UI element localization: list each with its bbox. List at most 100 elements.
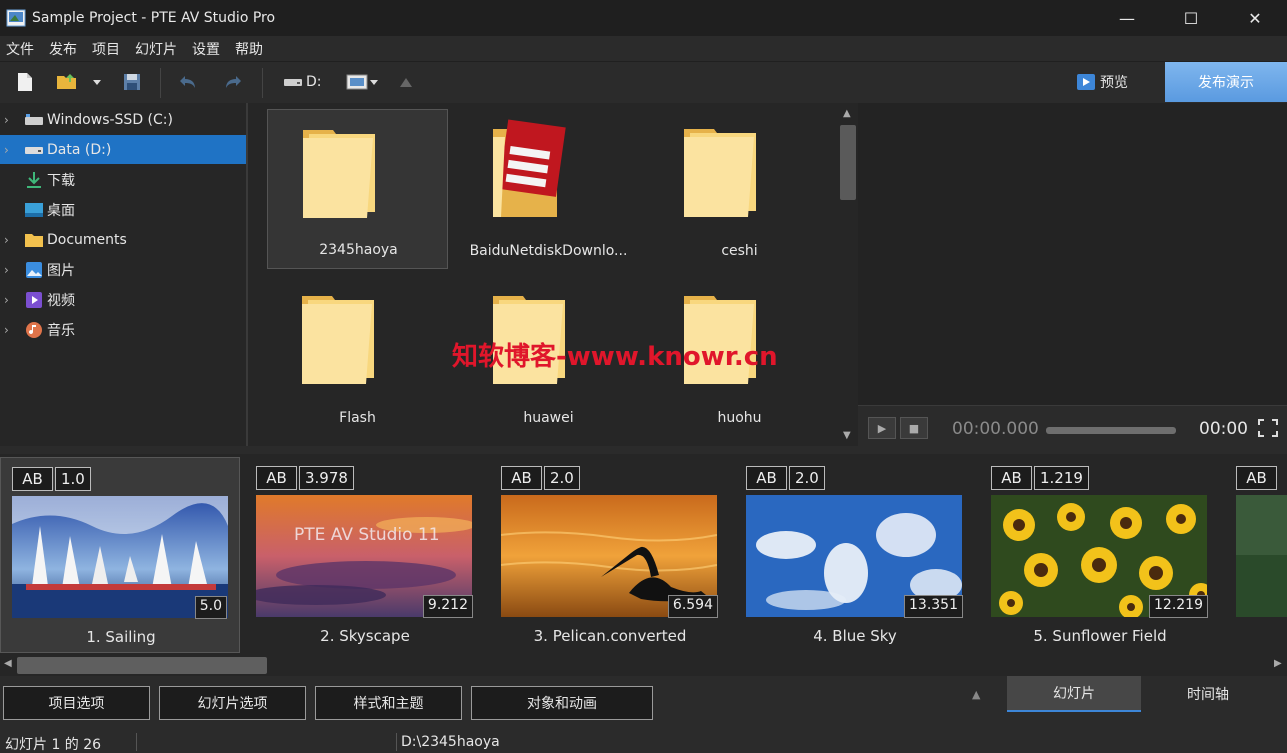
maximize-button[interactable]: ☐ [1159, 0, 1223, 36]
scroll-up-icon[interactable]: ▲ [843, 108, 851, 119]
slide-item-6[interactable]: AB 6 [1225, 457, 1287, 653]
publish-button[interactable]: 发布演示 [1165, 62, 1287, 102]
transition-badge[interactable]: AB [1236, 466, 1277, 490]
music-icon [24, 321, 44, 338]
project-options-button[interactable]: 项目选项 [3, 686, 150, 720]
slide-thumbnail [1236, 495, 1287, 617]
slide-list-scrollbar[interactable]: ◀ ▶ [0, 654, 1287, 676]
slide-item-2[interactable]: AB 3.978 PTE AV Studio 11 9.212 2. Skysc… [245, 457, 485, 653]
transition-badge[interactable]: AB [991, 466, 1032, 490]
file-label: ceshi [721, 243, 758, 259]
transition-badge[interactable]: AB [501, 466, 542, 490]
folder-icon [24, 232, 44, 248]
collapse-up-icon[interactable]: ▲ [972, 688, 980, 701]
transition-badge[interactable]: AB [746, 466, 787, 490]
drive-label[interactable]: D: [306, 74, 322, 90]
minimize-button[interactable]: — [1095, 0, 1159, 36]
scroll-left-icon[interactable]: ◀ [4, 658, 12, 669]
chevron-right-icon[interactable]: › [4, 113, 18, 127]
scrollbar-thumb[interactable] [840, 125, 856, 200]
tree-item-c-drive[interactable]: › Windows-SSD (C:) [0, 105, 246, 134]
menu-file[interactable]: 文件 [6, 39, 34, 59]
app-logo-icon [6, 9, 26, 27]
file-tile-baidunetdisk[interactable]: BaiduNetdiskDownlo... [458, 109, 639, 269]
horizontal-splitter[interactable] [0, 446, 1287, 454]
slide-item-4[interactable]: AB 2.0 13.351 4. Blue Sky [735, 457, 975, 653]
scroll-down-icon[interactable]: ▼ [843, 430, 851, 441]
scrollbar-thumb[interactable] [17, 657, 267, 674]
transition-badge[interactable]: AB [256, 466, 297, 490]
open-folder-icon[interactable] [56, 71, 78, 93]
styles-themes-button[interactable]: 样式和主题 [315, 686, 462, 720]
transition-duration-badge[interactable]: 1.219 [1034, 466, 1089, 490]
tab-timeline[interactable]: 时间轴 [1141, 676, 1275, 712]
slide-options-button[interactable]: 幻灯片选项 [159, 686, 306, 720]
new-file-icon[interactable] [14, 71, 36, 93]
close-button[interactable]: ✕ [1223, 0, 1287, 36]
tree-item-videos[interactable]: › 视频 [0, 285, 246, 314]
tree-item-documents[interactable]: › Documents [0, 225, 246, 254]
slide-item-1[interactable]: AB 1.0 5.0 1. Sailing [0, 457, 240, 653]
transition-duration-badge[interactable]: 2.0 [789, 466, 825, 490]
tree-item-label: Windows-SSD (C:) [47, 111, 173, 128]
transition-duration-badge[interactable]: 2.0 [544, 466, 580, 490]
chevron-right-icon[interactable]: › [4, 263, 18, 277]
file-browser: 2345haoya BaiduNetdiskDownlo... ceshi Fl… [248, 103, 838, 446]
bottom-bar: 项目选项 幻灯片选项 样式和主题 对象和动画 ▲ 幻灯片 时间轴 [0, 676, 1287, 731]
slide-name: 4. Blue Sky [813, 627, 897, 645]
chevron-right-icon[interactable]: › [4, 233, 18, 247]
stop-button[interactable]: ■ [900, 417, 928, 439]
tree-item-d-drive[interactable]: › Data (D:) [0, 135, 246, 164]
chevron-right-icon[interactable]: › [4, 143, 18, 157]
menu-settings[interactable]: 设置 [192, 39, 220, 59]
tree-item-pictures[interactable]: › 图片 [0, 255, 246, 284]
current-time: 00:00.000 [952, 419, 1039, 439]
menu-help[interactable]: 帮助 [235, 39, 263, 59]
open-dropdown-icon[interactable] [90, 71, 104, 93]
file-tile-flash[interactable]: Flash [267, 276, 448, 436]
view-mode-icon[interactable] [344, 71, 380, 93]
tree-item-desktop[interactable]: 桌面 [0, 195, 246, 224]
tree-item-downloads[interactable]: 下载 [0, 165, 246, 194]
slide-item-5[interactable]: AB 1.219 12.219 5. Sunflower Field [980, 457, 1220, 653]
preview-label: 预览 [1100, 75, 1128, 91]
slide-overlay-text: PTE AV Studio 11 [294, 525, 440, 545]
tab-slides[interactable]: 幻灯片 [1007, 676, 1141, 712]
slide-list: AB 1.0 5.0 1. Sailing AB 3.978 PTE AV St… [0, 454, 1287, 654]
scroll-right-icon[interactable]: ▶ [1274, 658, 1282, 669]
tree-item-label: 音乐 [47, 322, 75, 339]
menu-publish[interactable]: 发布 [49, 39, 77, 59]
save-icon[interactable] [121, 71, 143, 93]
fullscreen-icon[interactable] [1257, 418, 1279, 442]
menu-slide[interactable]: 幻灯片 [135, 39, 177, 59]
current-path: D:\2345haoya [401, 734, 500, 750]
menu-project[interactable]: 项目 [92, 39, 120, 59]
redo-icon[interactable] [222, 71, 244, 93]
undo-icon[interactable] [177, 71, 199, 93]
preview-button[interactable]: 预览 [1064, 62, 1164, 102]
file-browser-scrollbar[interactable]: ▲ ▼ [838, 103, 858, 446]
playback-progress-slider[interactable] [1046, 427, 1176, 434]
up-arrow-icon[interactable] [395, 71, 417, 93]
folder-tree: › Windows-SSD (C:) › Data (D:) 下载 桌面 › D… [0, 103, 246, 446]
slide-item-3[interactable]: AB 2.0 6.594 3. Pelican.converted [490, 457, 730, 653]
chevron-right-icon[interactable]: › [4, 293, 18, 307]
transition-duration-badge[interactable]: 3.978 [299, 466, 354, 490]
title-bar: Sample Project - PTE AV Studio Pro — ☐ ✕ [0, 0, 1287, 36]
objects-animation-button[interactable]: 对象和动画 [471, 686, 653, 720]
folder-icon [303, 130, 375, 218]
folder-icon [684, 129, 756, 217]
play-button[interactable]: ▶ [868, 417, 896, 439]
drive-icon[interactable] [282, 71, 304, 93]
tree-item-label: 图片 [47, 262, 75, 279]
transition-duration-badge[interactable]: 1.0 [55, 467, 91, 491]
tree-item-music[interactable]: › 音乐 [0, 315, 246, 344]
play-preview-icon [1077, 74, 1095, 90]
status-bar: 幻灯片 1 的 26 D:\2345haoya [0, 731, 1287, 753]
file-tile-ceshi[interactable]: ceshi [649, 109, 830, 269]
desktop-icon [24, 202, 44, 218]
file-tile-2345haoya[interactable]: 2345haoya [267, 109, 448, 269]
transition-badge[interactable]: AB [12, 467, 53, 491]
slide-name: 3. Pelican.converted [533, 627, 687, 645]
chevron-right-icon[interactable]: › [4, 323, 18, 337]
